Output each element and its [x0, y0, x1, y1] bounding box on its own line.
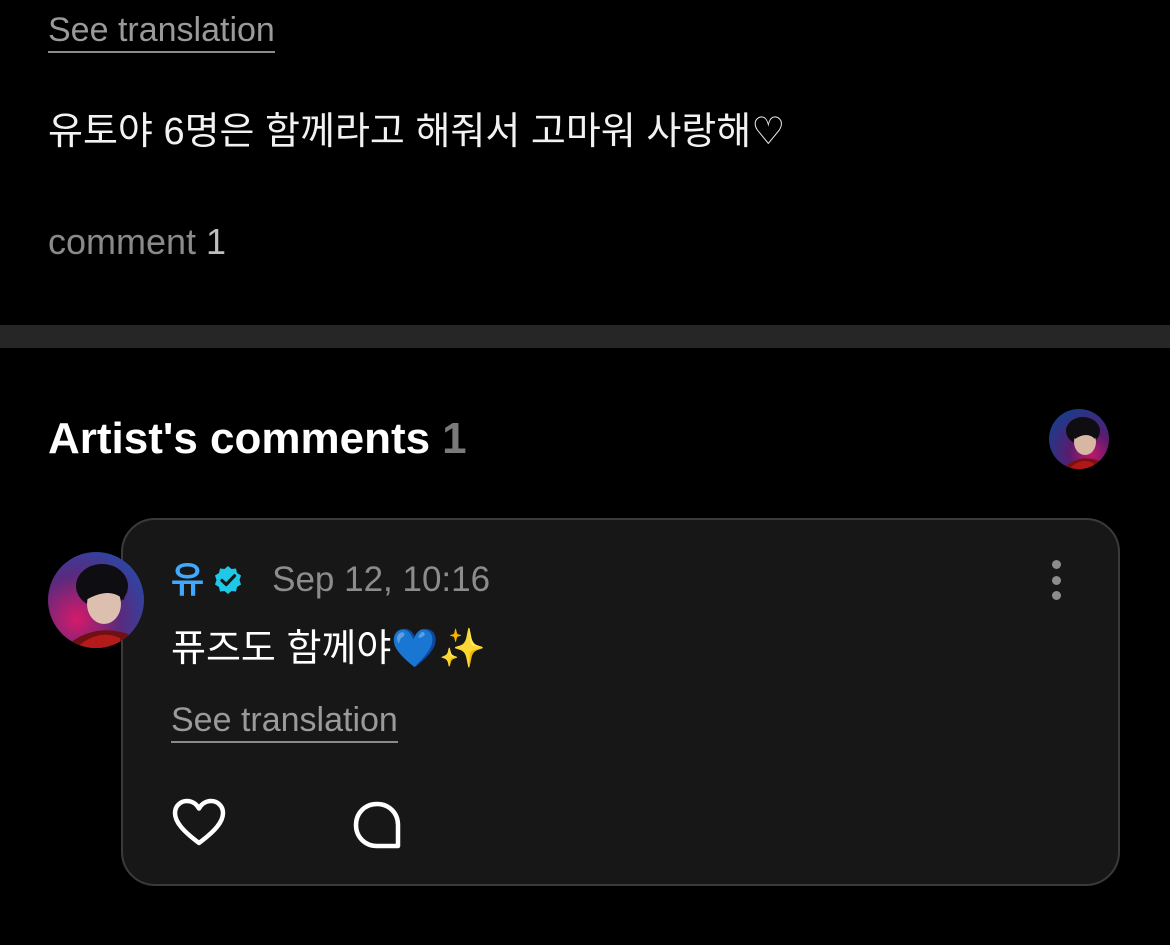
comment-see-translation-link[interactable]: See translation — [171, 700, 398, 743]
see-translation-link[interactable]: See translation — [48, 10, 275, 53]
artist-comment-card: 유 Sep 12, 10:16 퓨즈도 함께야💙✨ See translatio… — [121, 518, 1120, 886]
artist-comments-title: Artist's comments — [48, 414, 431, 463]
post-section: See translation 유토야 6명은 함께라고 해줘서 고마워 사랑해… — [0, 0, 1170, 325]
comment-text: 퓨즈도 함께야💙✨ — [171, 628, 486, 670]
comment-author-name[interactable]: 유 — [171, 558, 204, 602]
verified-badge-icon — [212, 564, 244, 596]
comment-label: comment — [48, 221, 197, 262]
more-options-icon[interactable] — [1044, 560, 1068, 600]
comment-bubble-icon[interactable] — [351, 800, 403, 850]
heart-outline-icon[interactable] — [171, 797, 227, 849]
comment-author-avatar[interactable] — [48, 552, 144, 648]
artist-comments-header: Artist's comments 1 — [48, 412, 467, 466]
artist-comments-count: 1 — [442, 414, 467, 463]
post-text: 유토야 6명은 함께라고 해줘서 고마워 사랑해♡ — [48, 111, 786, 153]
comment-count-button[interactable]: comment 1 — [48, 220, 226, 264]
artist-avatar-small[interactable] — [1049, 409, 1109, 469]
section-divider — [0, 325, 1170, 348]
comment-count: 1 — [206, 221, 227, 262]
comment-meta: 유 Sep 12, 10:16 — [171, 558, 490, 602]
comment-timestamp: Sep 12, 10:16 — [272, 560, 491, 599]
